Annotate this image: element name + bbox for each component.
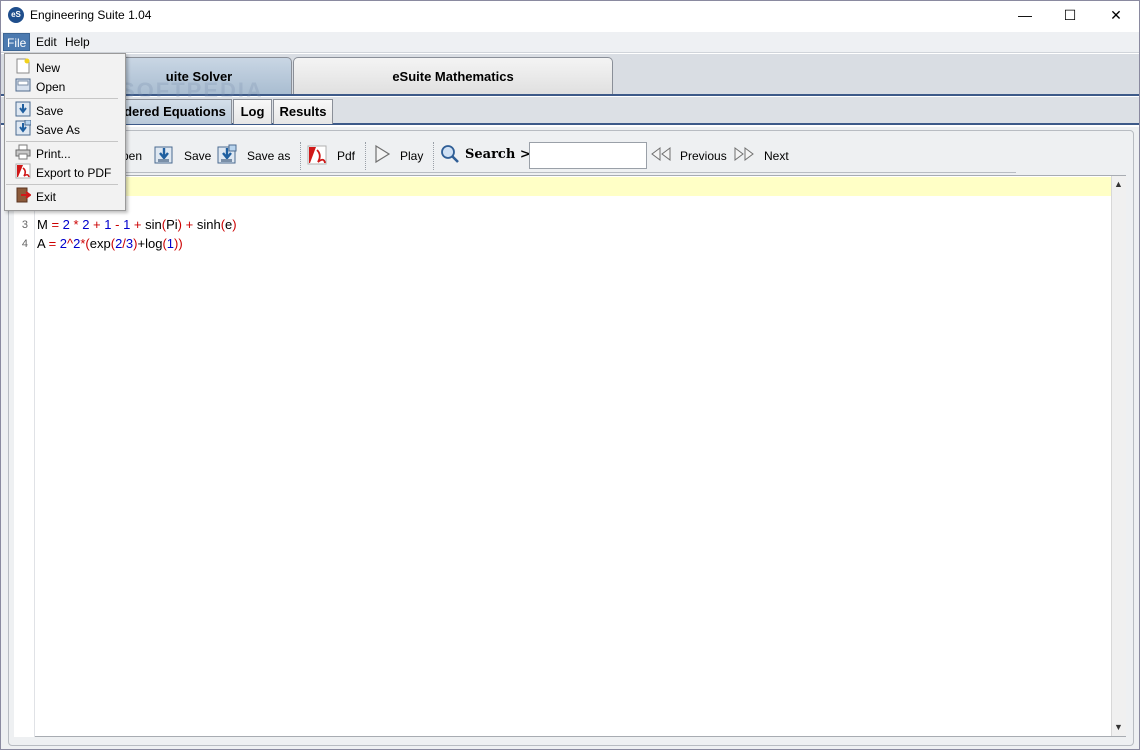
next-icon[interactable] — [733, 144, 754, 164]
menu-item-save-as[interactable]: Save As — [36, 121, 80, 139]
line-number-gutter — [14, 175, 35, 737]
toolbar-divider — [12, 172, 1016, 173]
save-icon — [15, 101, 31, 117]
menu-item-new[interactable]: New — [36, 59, 60, 77]
line-number: 4 — [21, 238, 28, 250]
tab-results-label: Results — [279, 104, 327, 119]
line-number: 3 — [21, 219, 28, 231]
code-line[interactable]: A = 2^2*(exp(2/3)+log(1)) — [37, 236, 183, 251]
exit-icon — [15, 187, 32, 203]
menu-bar — [1, 32, 1139, 53]
pdf-button[interactable]: Pdf — [337, 146, 355, 166]
search-input[interactable] — [529, 142, 647, 169]
scroll-down-icon[interactable]: ▼ — [1111, 720, 1126, 735]
menu-separator — [6, 141, 118, 142]
current-line-highlight — [35, 177, 1111, 196]
menu-file[interactable]: File — [3, 33, 31, 51]
tab-esuite-mathematics-label: eSuite Mathematics — [392, 69, 514, 84]
menu-help[interactable]: Help — [62, 33, 93, 51]
next-button[interactable]: Next — [764, 146, 789, 166]
menu-item-exit[interactable]: Exit — [36, 188, 56, 206]
menu-item-open[interactable]: Open — [36, 78, 65, 96]
equation-editor[interactable] — [14, 175, 1126, 737]
save-as-icon[interactable] — [216, 144, 237, 164]
menu-item-print[interactable]: Print... — [36, 145, 71, 163]
scroll-up-icon[interactable]: ▲ — [1111, 177, 1126, 192]
previous-button[interactable]: Previous — [680, 146, 727, 166]
tab-log-label: Log — [240, 104, 265, 119]
pdf-icon — [15, 163, 31, 179]
open-file-icon — [15, 77, 31, 93]
search-icon[interactable] — [440, 144, 460, 164]
menu-edit[interactable]: Edit — [33, 33, 60, 51]
app-icon: eS — [8, 7, 24, 23]
vertical-scrollbar[interactable] — [1111, 176, 1126, 736]
window-title: Engineering Suite 1.04 — [30, 8, 152, 22]
maximize-button[interactable]: ☐ — [1047, 1, 1093, 30]
close-button[interactable]: ✕ — [1093, 1, 1139, 30]
tab-log[interactable]: Log — [233, 99, 272, 124]
save-as-button[interactable]: Save as — [247, 146, 290, 166]
play-button[interactable]: Play — [400, 146, 423, 166]
toolbar-separator — [365, 142, 366, 170]
play-icon[interactable] — [372, 144, 392, 164]
toolbar-separator — [433, 142, 434, 170]
tab-esuite-mathematics[interactable]: eSuite Mathematics — [293, 57, 613, 94]
menu-item-export-pdf[interactable]: Export to PDF — [36, 164, 111, 182]
menu-separator — [6, 184, 118, 185]
previous-icon[interactable] — [650, 144, 671, 164]
save-button[interactable]: Save — [184, 146, 211, 166]
menu-separator — [6, 98, 118, 99]
menu-item-save[interactable]: Save — [36, 102, 63, 120]
tab-results[interactable]: Results — [273, 99, 333, 124]
save-icon[interactable] — [153, 144, 173, 164]
pdf-icon[interactable] — [306, 144, 327, 165]
new-file-icon — [15, 58, 31, 74]
code-line[interactable]: M = 2 * 2 + 1 - 1 + sin(Pi) + sinh(e) — [37, 217, 237, 232]
save-as-icon — [15, 119, 32, 136]
print-icon — [15, 144, 31, 160]
minimize-button[interactable]: — — [1002, 1, 1048, 30]
toolbar-separator — [300, 142, 301, 170]
title-bar — [1, 1, 1139, 31]
